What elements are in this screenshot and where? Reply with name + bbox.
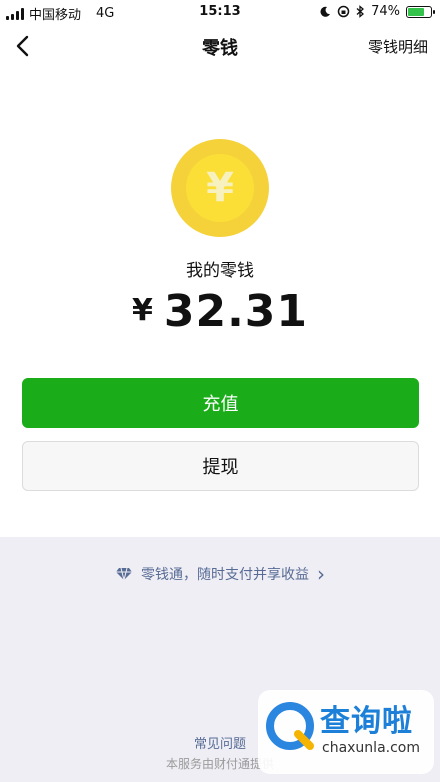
balance-label: 我的零钱 [186, 261, 254, 281]
orientation-lock-icon [337, 5, 350, 18]
recharge-button[interactable]: 充值 [22, 378, 419, 428]
battery-level [408, 7, 425, 16]
watermark-logo-icon [266, 702, 314, 750]
lingqiantong-link[interactable]: 零钱通，随时支付并享收益 › [0, 564, 440, 584]
bluetooth-icon [356, 5, 365, 18]
currency-symbol: ¥ [131, 293, 154, 328]
watermark-url: chaxunla.com [322, 740, 420, 756]
balance-amount: ¥32.31 [0, 286, 440, 337]
moon-icon [320, 6, 331, 17]
nav-bar: 零钱 零钱明细 [0, 24, 440, 68]
watermark: 查询啦 chaxunla.com [258, 690, 434, 774]
coin-icon: ¥ [171, 139, 269, 237]
coin-symbol: ¥ [186, 154, 254, 222]
withdraw-button[interactable]: 提现 [22, 441, 419, 491]
battery-percent: 74% [371, 4, 400, 19]
battery-icon [406, 5, 435, 18]
diamond-icon [116, 567, 132, 581]
chevron-right-icon: › [317, 562, 325, 586]
balance-details-link[interactable]: 零钱明细 [368, 36, 428, 57]
watermark-title: 查询啦 [320, 704, 413, 739]
status-right: 74% [319, 4, 435, 19]
status-bar: 中国移动 4G 15:13 74% [0, 0, 440, 24]
lingqiantong-text: 零钱通，随时支付并享收益 [141, 567, 309, 583]
balance-value: 32.31 [163, 286, 309, 337]
